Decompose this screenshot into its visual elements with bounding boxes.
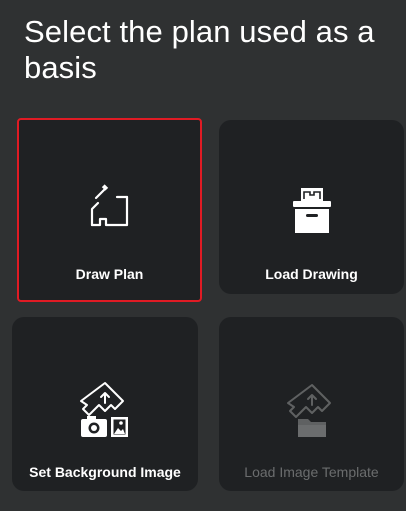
load-image-template-label: Load Image Template: [244, 464, 379, 480]
load-drawing-label: Load Drawing: [265, 266, 358, 282]
page-title: Select the plan used as a basis: [24, 14, 375, 85]
set-background-image-option[interactable]: Set Background Image: [12, 317, 198, 491]
draw-plan-icon: [87, 183, 133, 234]
draw-plan-label: Draw Plan: [75, 266, 144, 282]
load-drawing-option[interactable]: Load Drawing: [219, 120, 404, 294]
load-image-template-option[interactable]: Load Image Template: [219, 317, 404, 491]
set-background-image-icon: [77, 377, 133, 444]
load-image-template-icon: [284, 379, 340, 444]
set-background-image-label: Set Background Image: [29, 464, 181, 480]
load-drawing-icon: [289, 186, 335, 241]
draw-plan-option[interactable]: Draw Plan: [17, 118, 202, 302]
plan-selection-screen: Select the plan used as a basis Draw Pla…: [0, 0, 406, 511]
